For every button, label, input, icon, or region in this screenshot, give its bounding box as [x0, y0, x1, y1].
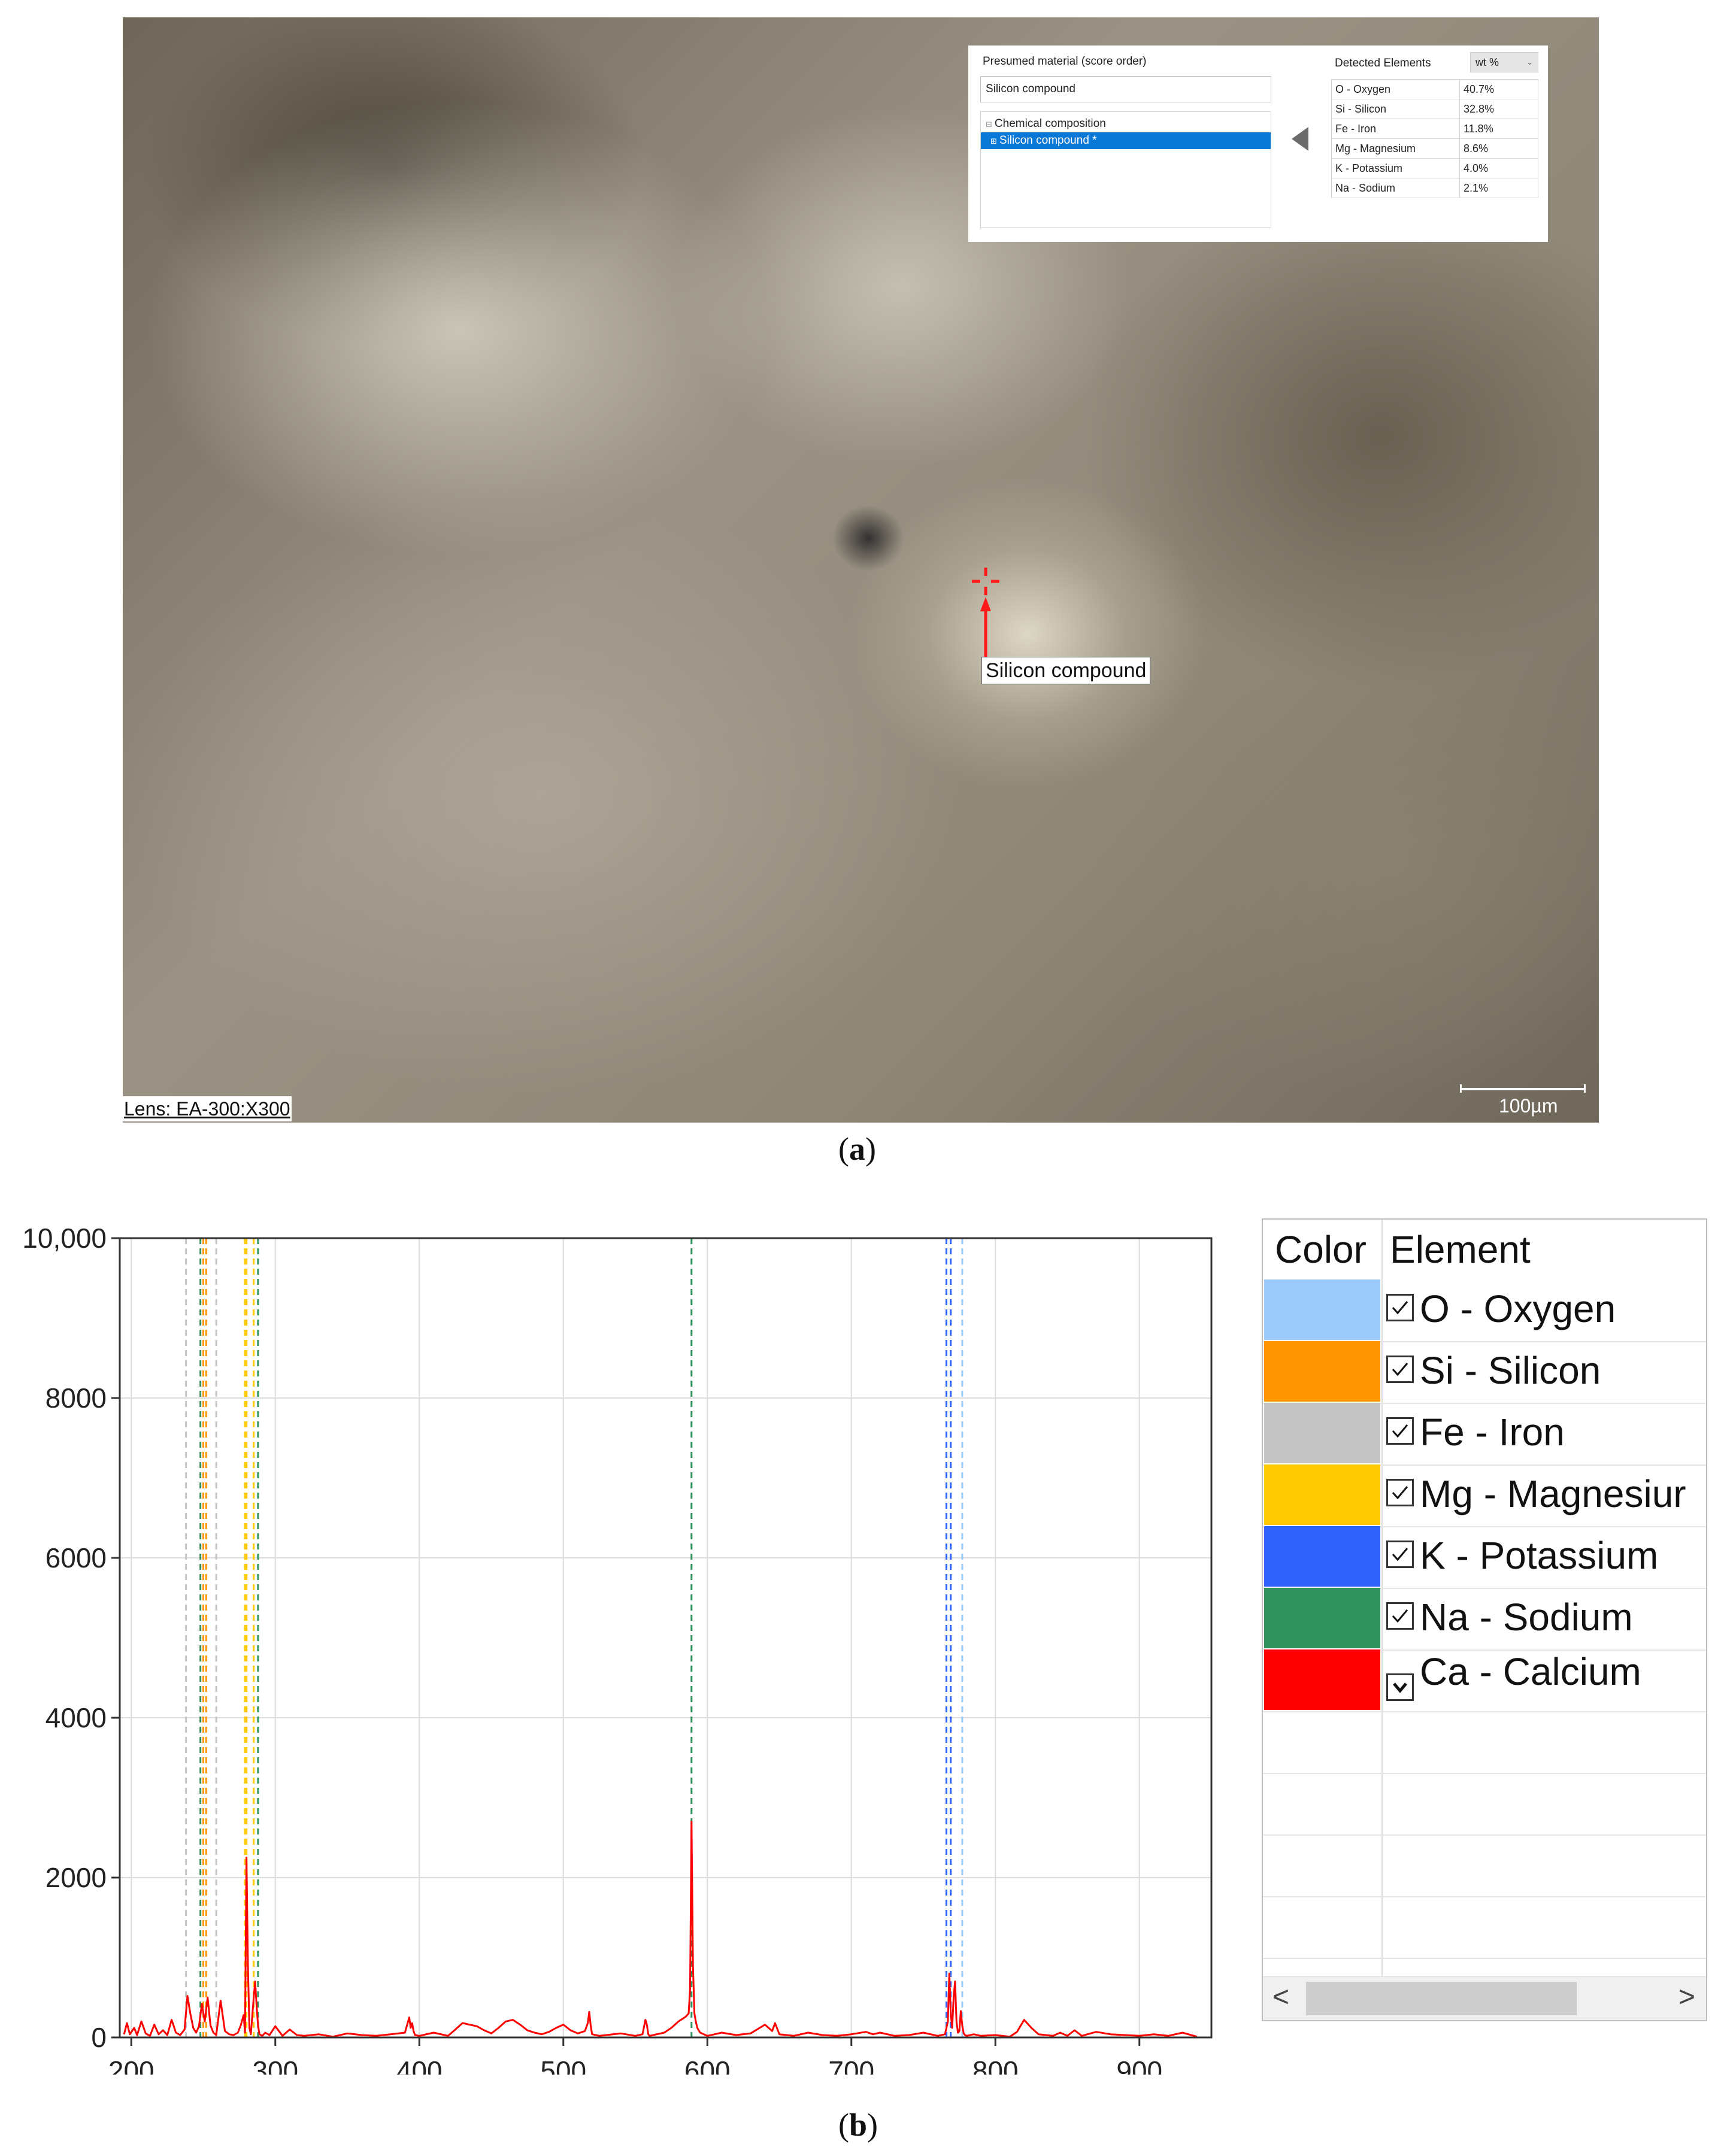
legend-color-swatch [1264, 1464, 1380, 1525]
legend-row[interactable]: O - Oxygen [1263, 1279, 1706, 1342]
y-tick-label: 8000 [46, 1382, 107, 1414]
x-axis-ticks: 200 300 400 500 600 700 800 900 [108, 2037, 1162, 2075]
legend-color-swatch [1264, 1588, 1380, 1648]
legend-element-label: Mg - Magnesiur [1420, 1472, 1686, 1515]
panel-label-b: (b) [838, 2107, 878, 2143]
panel-label-a: (a) [838, 1131, 876, 1167]
element-checkbox[interactable] [1386, 1602, 1414, 1630]
element-reference-lines [185, 1238, 963, 2037]
expand-chevron-icon[interactable] [1386, 1673, 1414, 1701]
y-tick-label: 0 [91, 2022, 107, 2053]
chart-grid [120, 1238, 1211, 2038]
legend-row[interactable]: Si - Silicon [1263, 1341, 1706, 1404]
scale-bar [1460, 1084, 1586, 1093]
legend-element-label: K - Potassium [1420, 1534, 1659, 1577]
legend-empty-row [1263, 1773, 1706, 1836]
legend-color-swatch [1264, 1403, 1380, 1463]
plot-frame [119, 1237, 1213, 2039]
legend-row[interactable]: Fe - Iron [1263, 1403, 1706, 1466]
spectrum-chart: 0 2000 4000 6000 8000 10,000 200 300 400 500 600 7… [22, 1223, 1213, 2075]
x-tick-label: 500 [540, 2055, 586, 2075]
element-checkbox[interactable] [1386, 1356, 1414, 1383]
scale-bar-label: 100µm [1499, 1095, 1558, 1117]
legend-color-swatch [1264, 1649, 1380, 1710]
legend-row[interactable]: Mg - Magnesiur [1263, 1464, 1706, 1527]
x-tick-label: 600 [684, 2055, 731, 2075]
legend-element-label: Ca - Calcium [1420, 1650, 1641, 1693]
y-tick-label: 6000 [46, 1542, 107, 1573]
x-tick-label: 400 [396, 2055, 443, 2075]
legend-header-color: Color [1275, 1228, 1367, 1271]
legend-empty-row [1263, 1834, 1706, 1897]
x-tick-label: 200 [108, 2055, 154, 2075]
x-tick-label: 800 [972, 2055, 1019, 2075]
legend-color-swatch [1264, 1279, 1380, 1340]
scrollbar-thumb[interactable] [1306, 1982, 1577, 2015]
element-checkbox[interactable] [1386, 1479, 1414, 1506]
horizontal-scrollbar[interactable]: < > [1263, 1976, 1706, 2020]
legend-header-element: Element [1390, 1228, 1531, 1271]
annotation-label[interactable]: Silicon compound [981, 657, 1151, 684]
legend-row[interactable]: Ca - Calcium [1263, 1649, 1706, 1712]
annotation-pointer [980, 597, 991, 658]
legend-element-label: Si - Silicon [1420, 1349, 1601, 1392]
spectrum-line [123, 1821, 1198, 2038]
legend-empty-row [1263, 1711, 1706, 1774]
scroll-right-icon[interactable]: > [1678, 1981, 1695, 2014]
spectrum-series [123, 1821, 1198, 2038]
x-tick-label: 900 [1116, 2055, 1162, 2075]
legend-element-label: O - Oxygen [1420, 1287, 1616, 1330]
scroll-left-icon[interactable]: < [1272, 1981, 1289, 2014]
legend-color-swatch [1264, 1341, 1380, 1402]
y-axis-ticks: 0 2000 4000 6000 8000 10,000 [22, 1223, 120, 2053]
x-tick-label: 700 [828, 2055, 874, 2075]
x-tick-label: 300 [252, 2055, 298, 2075]
y-tick-label: 10,000 [22, 1223, 107, 1254]
element-checkbox[interactable] [1386, 1417, 1414, 1445]
element-checkbox[interactable] [1386, 1294, 1414, 1321]
y-tick-label: 2000 [46, 1862, 107, 1893]
legend-element-label: Fe - Iron [1420, 1411, 1565, 1454]
legend-row[interactable]: K - Potassium [1263, 1526, 1706, 1589]
legend-element-label: Na - Sodium [1420, 1596, 1633, 1639]
y-tick-label: 4000 [46, 1702, 107, 1733]
element-legend-panel: Color Element O - Oxygen Si - Silicon Fe -… [1262, 1218, 1707, 2021]
microscope-image: Presumed material (score order) ⊟Chemica… [123, 17, 1599, 1123]
legend-color-swatch [1264, 1526, 1380, 1587]
lens-label: Lens: EA-300:X300 [123, 1096, 292, 1121]
legend-row[interactable]: Na - Sodium [1263, 1588, 1706, 1651]
legend-empty-row [1263, 1896, 1706, 1959]
element-checkbox[interactable] [1386, 1541, 1414, 1568]
